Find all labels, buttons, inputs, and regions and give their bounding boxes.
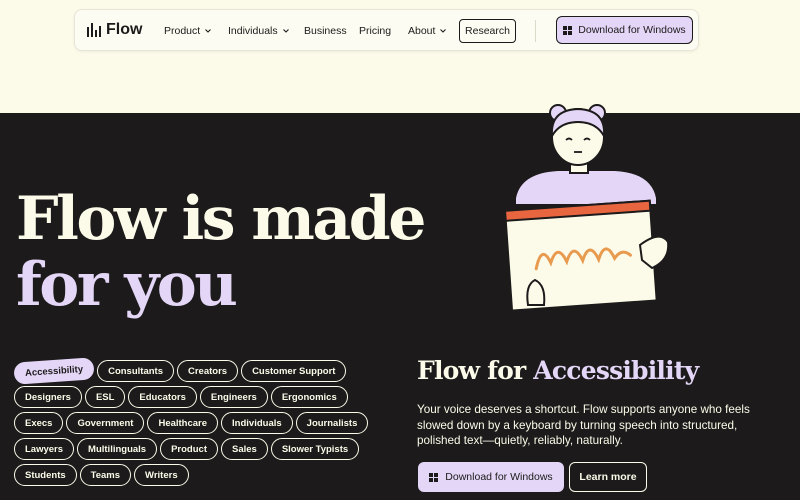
nav-business[interactable]: Business xyxy=(304,25,347,37)
brand-logo[interactable]: Flow xyxy=(87,21,142,39)
tag-customer-support[interactable]: Customer Support xyxy=(241,360,347,382)
chevron-down-icon xyxy=(282,29,289,33)
tag-engineers[interactable]: Engineers xyxy=(199,386,268,408)
nav-divider xyxy=(535,20,536,42)
nav-product[interactable]: Product xyxy=(164,25,212,37)
tag-healthcare[interactable]: Healthcare xyxy=(147,412,219,434)
tag-consultants[interactable]: Consultants xyxy=(97,360,174,382)
tag-row: Execs Government Healthcare Individuals Jour… xyxy=(14,412,369,434)
learn-more-button[interactable]: Learn more xyxy=(569,462,647,492)
section-title-highlight: Accessibility xyxy=(533,356,699,385)
nav-individuals[interactable]: Individuals xyxy=(228,25,290,37)
tag-row: Accessibility Consultants Creators Customer… xyxy=(13,357,359,385)
tag-government[interactable]: Government xyxy=(66,412,145,434)
tag-product[interactable]: Product xyxy=(160,438,218,460)
nav-pricing-label: Pricing xyxy=(359,25,392,37)
section-title: Flow for Accessibility xyxy=(417,356,699,385)
chevron-down-icon xyxy=(205,29,212,33)
tag-multilinguals[interactable]: Multilinguals xyxy=(77,438,158,460)
windows-icon xyxy=(429,472,439,482)
download-windows-button[interactable]: Download for Windows xyxy=(418,462,564,492)
tag-individuals[interactable]: Individuals xyxy=(221,412,293,434)
tag-journalists[interactable]: Journalists xyxy=(295,412,369,434)
download-windows-label: Download for Windows xyxy=(445,471,553,483)
nav-individuals-label: Individuals xyxy=(228,25,278,37)
tag-slower-typists[interactable]: Slower Typists xyxy=(270,438,360,460)
tag-designers[interactable]: Designers xyxy=(14,386,82,408)
tag-row: Designers ESL Educators Engineers Ergonomics xyxy=(14,386,359,408)
tag-row: Students Teams Writers xyxy=(14,464,359,486)
hero-title-line1: Flow is made xyxy=(16,184,426,254)
tag-creators[interactable]: Creators xyxy=(176,360,239,382)
tag-students[interactable]: Students xyxy=(14,464,77,486)
tag-lawyers[interactable]: Lawyers xyxy=(14,438,75,460)
tag-sales[interactable]: Sales xyxy=(220,438,268,460)
nav-product-label: Product xyxy=(164,25,201,37)
tag-accessibility[interactable]: Accessibility xyxy=(13,357,95,385)
top-navbar: Flow Product Individuals Business Pricin… xyxy=(74,9,699,51)
section-title-prefix: Flow for xyxy=(417,356,526,385)
nav-about-label: About xyxy=(408,25,436,37)
nav-pricing[interactable]: Pricing xyxy=(359,25,391,37)
hero-title: Flow is made for you xyxy=(16,184,426,320)
nav-about[interactable]: About xyxy=(408,25,447,37)
tag-row: Lawyers Multilinguals Product Sales Slower T… xyxy=(14,438,360,460)
nav-download-label: Download for Windows xyxy=(578,24,686,36)
tag-ergonomics[interactable]: Ergonomics xyxy=(270,386,348,408)
brand-name: Flow xyxy=(106,21,143,38)
chevron-down-icon xyxy=(440,29,447,33)
section-description: Your voice deserves a shortcut. Flow sup… xyxy=(417,403,750,447)
tag-writers[interactable]: Writers xyxy=(134,464,189,486)
hero-title-line2: for you xyxy=(16,250,238,320)
nav-download-button[interactable]: Download for Windows xyxy=(556,16,693,44)
tag-educators[interactable]: Educators xyxy=(128,386,197,408)
person-holding-window-illustration xyxy=(503,104,670,312)
research-button[interactable]: Research xyxy=(459,19,516,43)
tag-esl[interactable]: ESL xyxy=(84,386,126,408)
tag-teams[interactable]: Teams xyxy=(79,464,132,486)
waveform-logo-icon xyxy=(87,23,101,37)
tag-execs[interactable]: Execs xyxy=(14,412,64,434)
nav-business-label: Business xyxy=(304,25,347,37)
audience-tags: Accessibility Consultants Creators Customer… xyxy=(13,357,369,490)
windows-icon xyxy=(563,25,573,35)
